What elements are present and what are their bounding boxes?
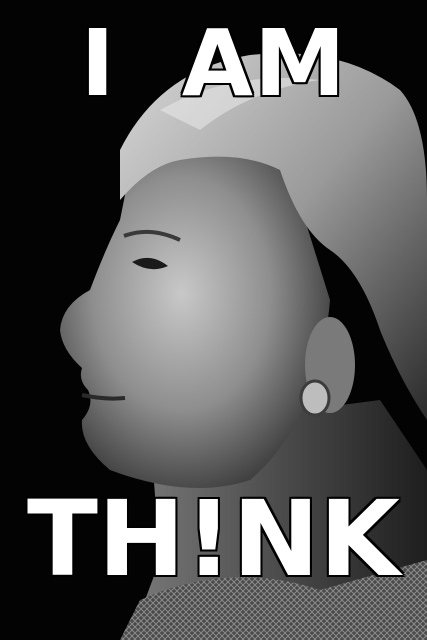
- earring: [299, 379, 331, 417]
- top-caption: I AM: [80, 10, 347, 117]
- bottom-caption: TH!NK: [26, 478, 401, 600]
- meme-poster: I AM TH!NK: [0, 0, 427, 640]
